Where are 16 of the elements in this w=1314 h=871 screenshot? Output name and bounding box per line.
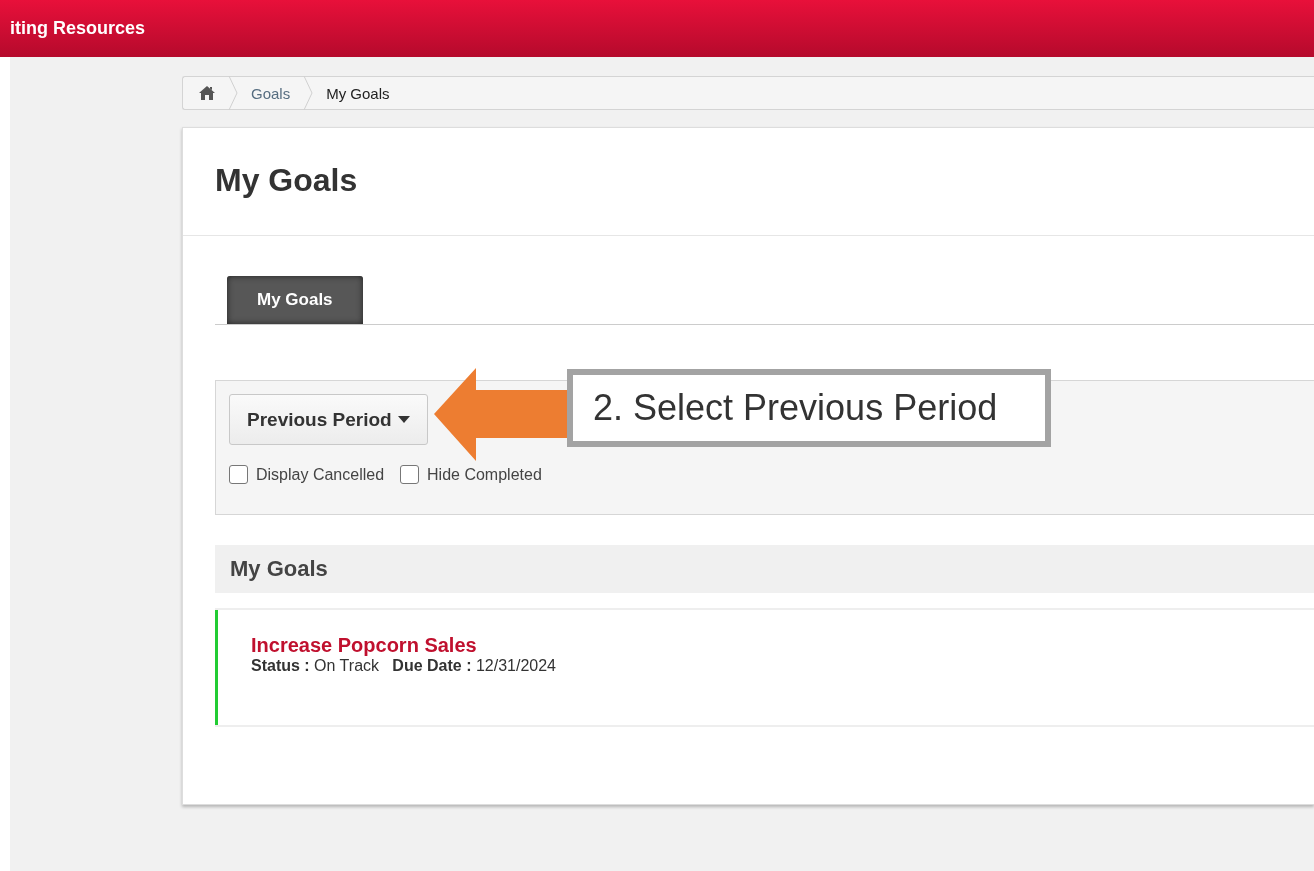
section-title: My Goals <box>230 556 328 582</box>
goal-details: Status : On Track Due Date : 12/31/2024 <box>251 657 557 675</box>
instruction-callout: 2. Select Previous Period <box>567 369 1051 447</box>
period-dropdown-button[interactable]: Previous Period <box>229 394 428 445</box>
tab[interactable]: My Goals <box>227 276 363 324</box>
page-title: My Goals <box>183 128 1314 236</box>
checkbox[interactable] <box>229 465 248 484</box>
checkbox[interactable] <box>400 465 420 484</box>
breadcrumb-current: My Goals <box>325 84 391 102</box>
goal-title-link[interactable]: Increase Popcorn Sales <box>251 634 1314 657</box>
checkbox-label: Hide Completed <box>427 465 542 484</box>
checkbox-label: Display Cancelled <box>256 465 385 484</box>
home-icon[interactable] <box>199 86 215 100</box>
caret-icon <box>397 416 410 423</box>
site-title: iting Resources <box>10 18 146 39</box>
breadcrumb-link[interactable]: Goals <box>243 84 299 102</box>
